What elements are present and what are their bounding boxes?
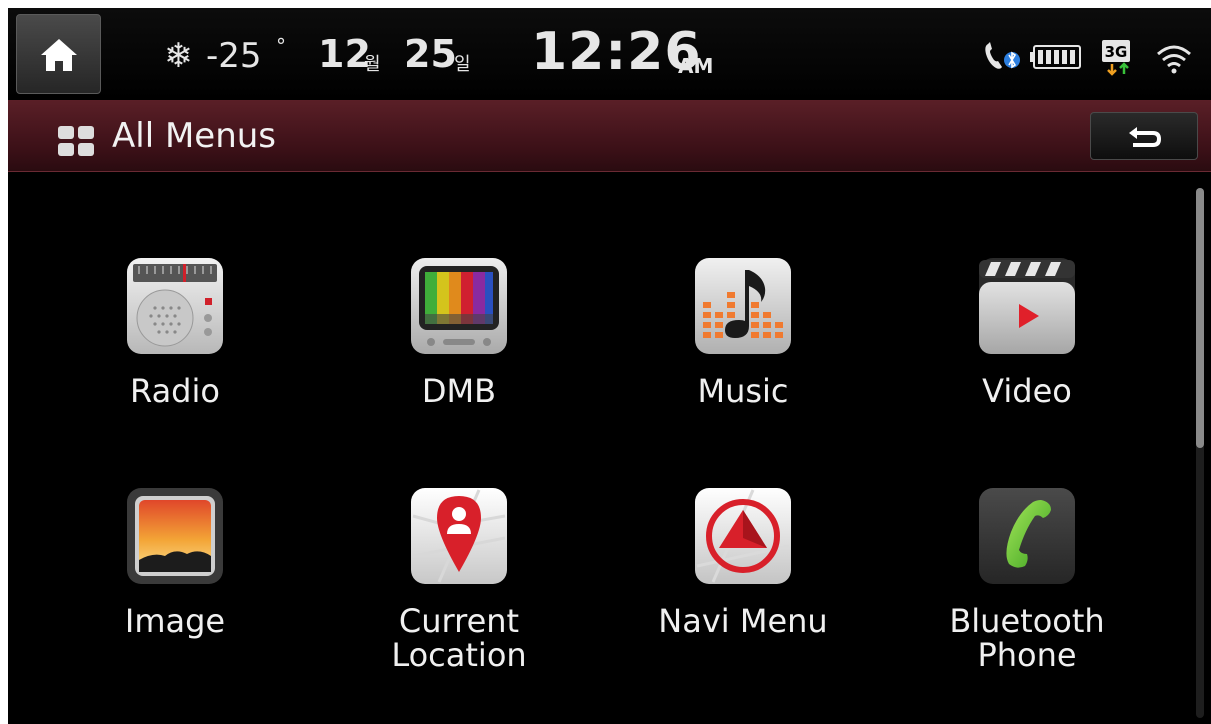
title-bar: All Menus: [8, 100, 1211, 172]
page-title: All Menus: [112, 116, 277, 156]
home-button[interactable]: [16, 14, 101, 94]
menu-label-line: Current: [398, 602, 520, 640]
landscape-photo-icon: [127, 488, 223, 584]
menu-label-line: DMB: [421, 372, 497, 410]
menu-item-label: Bluetooth Phone: [887, 604, 1167, 672]
tv-icon: [411, 258, 507, 354]
menu-item-radio[interactable]: Radio: [35, 256, 315, 426]
bluetooth-phone-icon: [985, 42, 1020, 69]
menu-item-label: Navi Menu: [603, 604, 883, 638]
menu-item-bluetooth-phone[interactable]: Bluetooth Phone: [887, 486, 1167, 686]
menu-item-video[interactable]: Video: [887, 256, 1167, 426]
map-pin-icon: [411, 488, 507, 584]
date-day-unit: 일: [454, 54, 471, 75]
back-button[interactable]: [1090, 112, 1198, 160]
home-icon: [41, 39, 77, 71]
menu-item-label: DMB: [319, 374, 599, 408]
menu-item-label: Video: [887, 374, 1167, 408]
radio-icon: [127, 258, 223, 354]
scrollbar-thumb[interactable]: [1196, 188, 1204, 448]
date-month-unit: 월: [364, 54, 381, 75]
clock-time: 12:26: [531, 22, 702, 82]
music-note-icon: [695, 258, 791, 354]
status-bar: ❄ -25 ° 12 월 25 일 12:26 AM 3G: [8, 8, 1211, 100]
menu-grid: Radio DMB Music Video Image Current Loca…: [8, 172, 1192, 724]
menu-item-music[interactable]: Music: [603, 256, 883, 426]
menu-item-current-location[interactable]: Current Location: [319, 486, 599, 686]
temperature-degree: °: [276, 34, 286, 58]
menu-label-line: Location: [391, 636, 527, 674]
head-unit-screen: ❄ -25 ° 12 월 25 일 12:26 AM 3G All Menus …: [8, 8, 1211, 724]
date-day: 25: [404, 32, 457, 76]
menu-item-navi-menu[interactable]: Navi Menu: [603, 486, 883, 686]
menu-label-line: Navi Menu: [658, 602, 828, 640]
grid-menu-icon: [58, 126, 94, 156]
wifi-icon: [1157, 45, 1191, 74]
menu-item-label: Current Location: [319, 604, 599, 672]
snowflake-icon: ❄: [164, 36, 193, 76]
phone-handset-icon: [979, 488, 1075, 584]
navigation-arrow-icon: [695, 488, 791, 584]
menu-label-line: Bluetooth: [949, 602, 1105, 640]
battery-icon: [1030, 45, 1081, 69]
menu-item-label: Music: [603, 374, 883, 408]
menu-label-line: Radio: [130, 372, 220, 410]
menu-label-line: Music: [697, 372, 789, 410]
menu-item-dmb[interactable]: DMB: [319, 256, 599, 426]
menu-label-line: Video: [982, 372, 1072, 410]
svg-text:3G: 3G: [1105, 43, 1128, 61]
menu-label-line: Image: [124, 602, 226, 640]
clapperboard-icon: [979, 258, 1075, 354]
network-3g-icon: 3G: [1102, 40, 1130, 76]
menu-item-label: Image: [35, 604, 315, 638]
temperature: -25: [206, 36, 262, 76]
back-arrow-icon: [1129, 127, 1161, 147]
menu-item-image[interactable]: Image: [35, 486, 315, 686]
status-icons: 3G: [985, 40, 1191, 76]
menu-label-line: Phone: [977, 636, 1077, 674]
clock-ampm: AM: [678, 54, 714, 78]
scrollbar[interactable]: [1196, 188, 1204, 718]
date-month: 12: [318, 32, 371, 76]
menu-item-label: Radio: [35, 374, 315, 408]
